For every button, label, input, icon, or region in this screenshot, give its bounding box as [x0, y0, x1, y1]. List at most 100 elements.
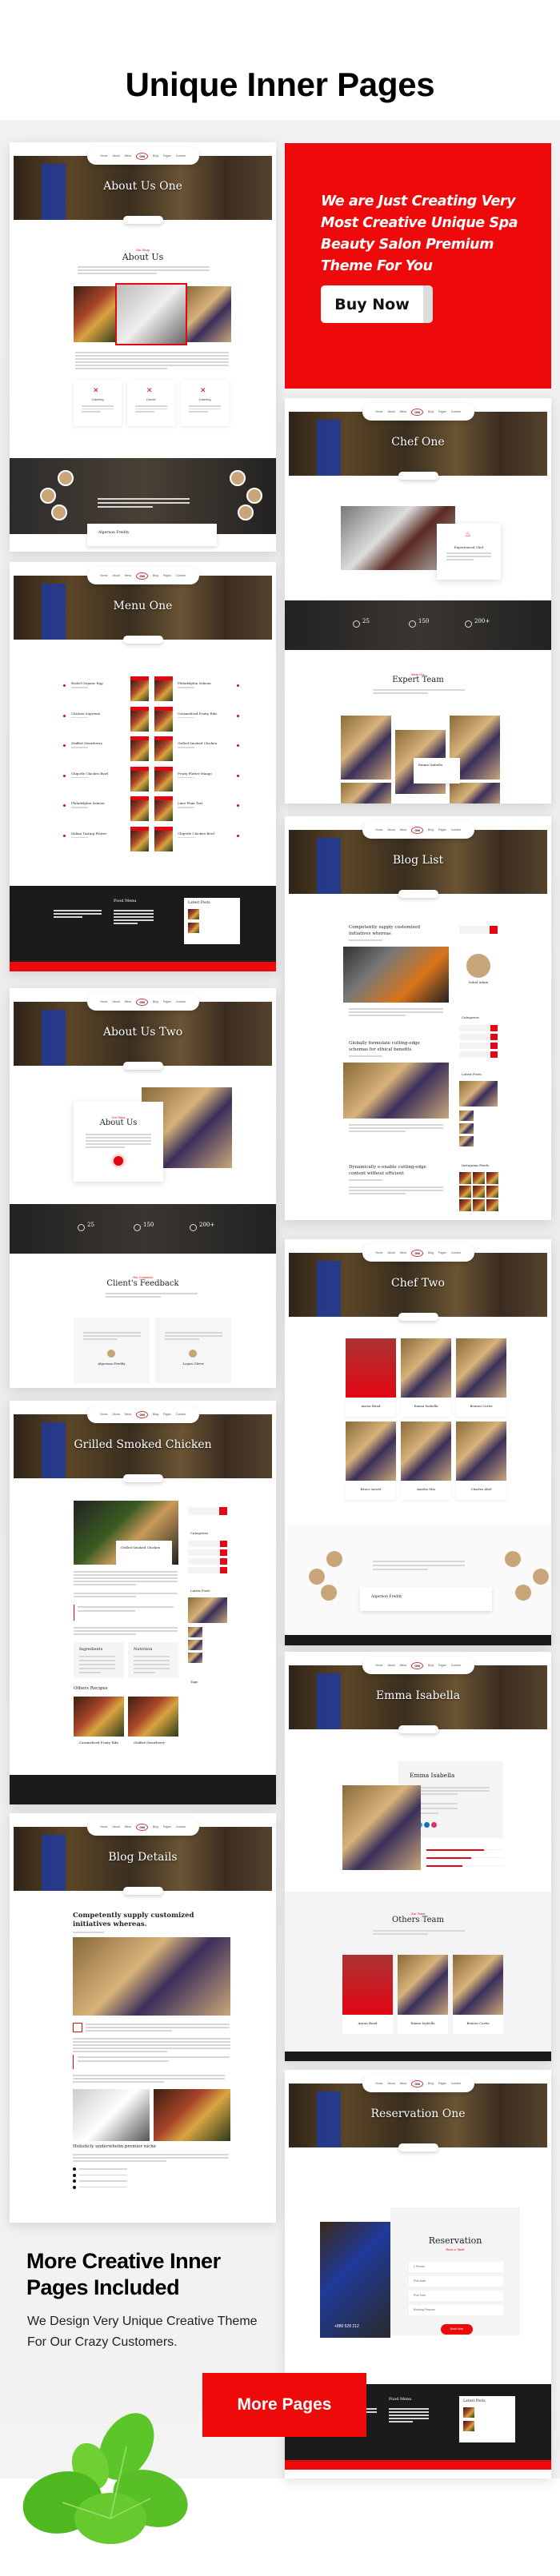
page-preview-blog_list[interactable]: Blog List Home About Menu GM Blog Pages Contact… — [285, 816, 551, 1220]
post-title[interactable]: Globally formulate cutting-edge schemas … — [349, 1040, 437, 1053]
play-button[interactable] — [114, 1156, 123, 1166]
nav-link[interactable]: Menu — [400, 1251, 407, 1254]
nav-link[interactable]: Home — [375, 1664, 382, 1667]
nav-link[interactable]: Pages — [163, 1825, 171, 1828]
nav-link[interactable]: Home — [375, 1251, 382, 1254]
nav-link[interactable]: About — [387, 2082, 394, 2085]
category-item[interactable] — [459, 1043, 498, 1049]
social-icon[interactable] — [431, 1822, 437, 1828]
menu-item-name[interactable]: Chipotle Chicken Bowl — [178, 831, 214, 835]
nav-link[interactable]: Pages — [438, 2082, 446, 2085]
nav-link[interactable]: About — [387, 410, 394, 413]
category-item[interactable] — [188, 1567, 227, 1573]
nav-link[interactable]: Contact — [451, 410, 461, 413]
category-item[interactable] — [459, 1051, 498, 1058]
nav-link[interactable]: Contact — [176, 154, 186, 158]
logo[interactable]: GM — [136, 998, 148, 1006]
menu-item-name[interactable]: Lime Plum Tart — [178, 801, 202, 805]
menu-item-name[interactable]: Philadelphia Salmon — [178, 681, 211, 685]
nav-link[interactable]: Blog — [153, 1825, 158, 1828]
menu-item-name[interactable]: Chicken Supreme — [71, 712, 100, 716]
nav-link[interactable]: Menu — [125, 1000, 132, 1003]
nav-link[interactable]: About — [387, 1664, 394, 1667]
menu-item-name[interactable]: Philadelphia Salmon — [71, 801, 105, 805]
recipe-name[interactable]: Caramelized Fruity Ribs — [79, 1741, 118, 1745]
logo[interactable]: GM — [136, 572, 148, 580]
nav-link[interactable]: Home — [100, 1413, 107, 1416]
logo[interactable]: GM — [136, 152, 148, 160]
menu-item-name[interactable]: Stuffed Strawberry — [71, 741, 102, 745]
menu-item-name[interactable]: Italian Tasting Platter — [71, 831, 106, 835]
book-now-button[interactable]: Book Now — [441, 2324, 473, 2335]
nav-link[interactable]: About — [112, 1825, 119, 1828]
category-item[interactable] — [188, 1549, 227, 1556]
nav-link[interactable]: Pages — [163, 154, 171, 158]
nav-link[interactable]: Home — [375, 2082, 382, 2085]
nav-link[interactable]: Blog — [153, 1413, 158, 1416]
nav-link[interactable]: Contact — [451, 2082, 461, 2085]
form-field[interactable]: Pick Date — [409, 2276, 503, 2287]
nav-link[interactable]: Blog — [153, 1000, 158, 1003]
nav-link[interactable]: Home — [100, 1825, 107, 1828]
logo[interactable]: GM — [411, 1661, 423, 1669]
form-field[interactable]: 2 Person — [409, 2262, 503, 2272]
logo[interactable]: GM — [136, 1410, 148, 1418]
nav-link[interactable]: Blog — [153, 574, 158, 577]
logo[interactable]: GM — [411, 2080, 423, 2088]
nav-link[interactable]: About — [112, 1413, 119, 1416]
logo[interactable]: GM — [411, 408, 423, 416]
page-preview-grilled[interactable]: Grilled Smoked Chicken Home About Menu GM Blo… — [10, 1401, 276, 1804]
search-input[interactable] — [188, 1507, 227, 1515]
nav-link[interactable]: Contact — [176, 574, 186, 577]
nav-link[interactable]: Blog — [428, 2082, 434, 2085]
nav-link[interactable]: Contact — [176, 1413, 186, 1416]
nav-link[interactable]: Pages — [438, 1251, 446, 1254]
buy-now-button[interactable]: Buy Now — [321, 285, 433, 323]
nav-link[interactable]: Contact — [451, 1251, 461, 1254]
nav-link[interactable]: Menu — [125, 154, 132, 158]
nav-link[interactable]: Pages — [438, 410, 446, 413]
category-item[interactable] — [459, 1034, 498, 1040]
nav-link[interactable]: Contact — [451, 828, 461, 831]
nav-link[interactable]: Contact — [451, 1664, 461, 1667]
nav-link[interactable]: Blog — [428, 1664, 434, 1667]
menu-item-name[interactable]: Chipotle Chicken Bowl — [71, 772, 108, 776]
nav-link[interactable]: Home — [100, 1000, 107, 1003]
social-icon[interactable] — [424, 1822, 430, 1828]
nav-link[interactable]: Home — [375, 410, 382, 413]
post-title[interactable]: Competently supply customized initiative… — [349, 924, 437, 937]
post-title[interactable]: Dynamically e-enable cutting-edge conten… — [349, 1164, 437, 1177]
category-item[interactable] — [188, 1541, 227, 1547]
category-item[interactable] — [459, 1025, 498, 1031]
nav-link[interactable]: Home — [375, 828, 382, 831]
nav-link[interactable]: Home — [100, 154, 107, 158]
nav-link[interactable]: Menu — [125, 1413, 132, 1416]
logo[interactable]: GM — [411, 1249, 423, 1257]
page-preview-about_one[interactable]: About Us One Home About Menu GM Blog Pages Cont… — [10, 142, 276, 552]
form-field[interactable]: Pick Time — [409, 2291, 503, 2301]
nav-link[interactable]: Menu — [400, 1664, 407, 1667]
logo[interactable]: GM — [136, 1823, 148, 1831]
nav-link[interactable]: About — [387, 828, 394, 831]
page-preview-chef_two[interactable]: Chef Two Home About Menu GM Blog Pages Contact A… — [285, 1239, 551, 1645]
nav-link[interactable]: Pages — [438, 828, 446, 831]
nav-link[interactable]: Pages — [163, 574, 171, 577]
more-pages-button[interactable]: More Pages — [202, 2373, 366, 2437]
nav-link[interactable]: Pages — [438, 1664, 446, 1667]
page-preview-about_two[interactable]: About Us Two Home About Menu GM Blog Pages Cont… — [10, 988, 276, 1388]
nav-link[interactable]: Menu — [125, 1825, 132, 1828]
nav-link[interactable]: Menu — [400, 410, 407, 413]
nav-link[interactable]: Menu — [125, 574, 132, 577]
nav-link[interactable]: About — [387, 1251, 394, 1254]
nav-link[interactable]: Home — [100, 574, 107, 577]
nav-link[interactable]: About — [112, 1000, 119, 1003]
nav-link[interactable]: Contact — [176, 1000, 186, 1003]
menu-item-name[interactable]: Grilled Smoked Chicken — [178, 741, 217, 745]
nav-link[interactable]: Blog — [428, 828, 434, 831]
recipe-name[interactable]: Stuffed Strawberry — [134, 1741, 165, 1745]
category-item[interactable] — [188, 1558, 227, 1565]
page-preview-blog_details[interactable]: Blog Details Home About Menu GM Blog Pages Cont… — [10, 1813, 276, 2223]
page-preview-menu_one[interactable]: Menu One Home About Menu GM Blog Pages Contact B… — [10, 562, 276, 971]
nav-link[interactable]: Menu — [400, 828, 407, 831]
nav-link[interactable]: Blog — [428, 410, 434, 413]
